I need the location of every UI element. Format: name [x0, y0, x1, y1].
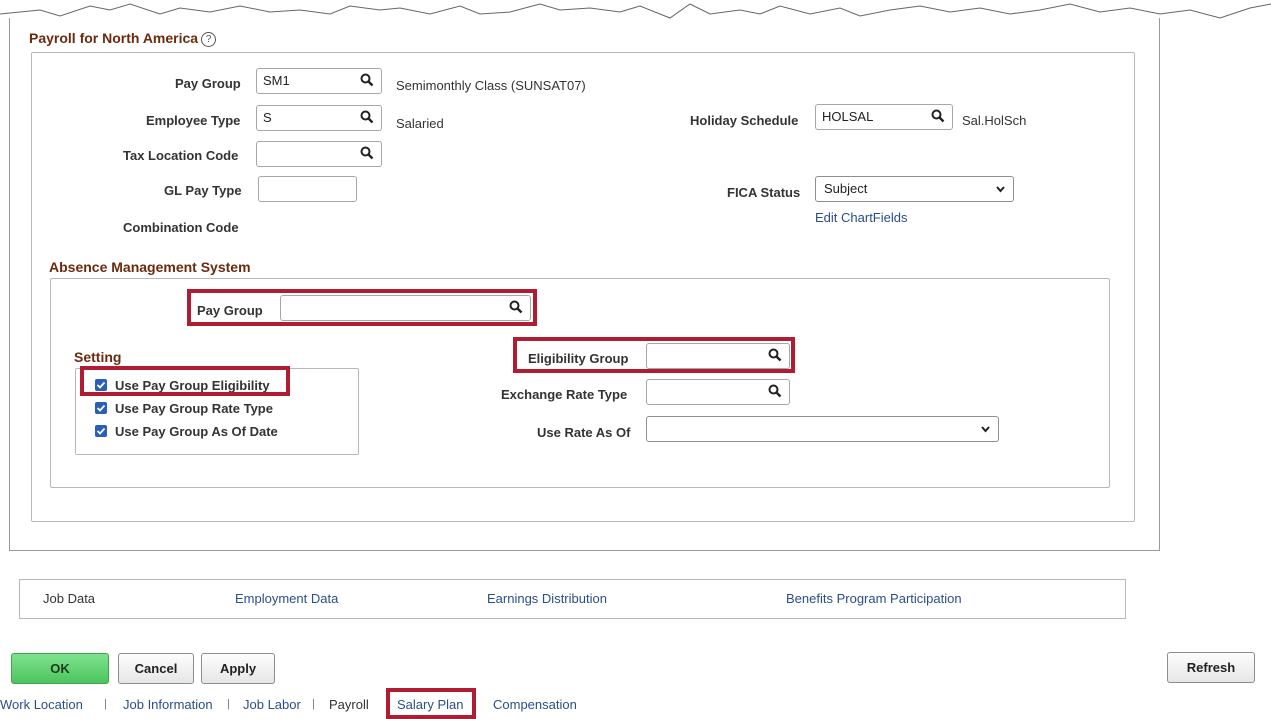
exchange-rate-type-label: Exchange Rate Type [501, 387, 628, 402]
exchange-rate-type-input[interactable] [646, 379, 790, 405]
holiday-schedule-value: HOLSAL [822, 109, 874, 124]
use-rate-as-of-select[interactable] [646, 416, 999, 442]
tab-separator: | [312, 698, 315, 710]
question-circle-icon[interactable]: ? [201, 32, 217, 47]
employee-type-label: Employee Type [146, 113, 241, 128]
nav-benefits-program-link[interactable]: Benefits Program Participation [786, 591, 962, 606]
fica-status-select[interactable]: Subject [815, 176, 1014, 202]
combination-code-label: Combination Code [123, 220, 239, 235]
holiday-schedule-description: Sal.HolSch [962, 113, 1027, 128]
nav-job-data: Job Data [43, 591, 96, 606]
tab-compensation[interactable]: Compensation [493, 697, 577, 712]
check-icon [96, 427, 106, 435]
chevron-down-icon [981, 426, 990, 433]
highlight-salary-plan [386, 688, 476, 719]
chevron-down-icon [996, 186, 1005, 193]
search-icon[interactable] [931, 109, 945, 123]
section-title-text: Payroll for North America [29, 30, 199, 46]
nav-earnings-distribution-link[interactable]: Earnings Distribution [487, 591, 607, 606]
gl-pay-type-input[interactable] [258, 176, 357, 202]
use-pay-group-as-of-date-checkbox[interactable] [95, 425, 107, 437]
tax-location-label: Tax Location Code [123, 148, 239, 163]
pay-group-description: Semimonthly Class (SUNSAT07) [396, 78, 586, 93]
tab-payroll: Payroll [329, 697, 369, 712]
tab-work-location[interactable]: Work Location [0, 697, 83, 712]
cancel-button[interactable]: Cancel [118, 653, 194, 684]
tab-job-information[interactable]: Job Information [123, 697, 213, 712]
absence-title: Absence Management System [49, 259, 251, 275]
tab-separator: | [104, 698, 107, 710]
refresh-button[interactable]: Refresh [1167, 652, 1255, 683]
setting-title: Setting [74, 349, 122, 365]
section-title: Payroll for North America? [29, 30, 217, 47]
use-pay-group-rate-type-checkbox[interactable] [95, 402, 107, 414]
pay-group-input[interactable]: SM1 [256, 68, 382, 94]
search-icon[interactable] [360, 146, 374, 160]
search-icon[interactable] [768, 384, 782, 398]
tax-location-input[interactable] [256, 141, 382, 167]
holiday-schedule-label: Holiday Schedule [690, 113, 799, 128]
check-icon [96, 404, 106, 412]
search-icon[interactable] [360, 73, 374, 87]
search-icon[interactable] [360, 110, 374, 124]
holiday-schedule-input[interactable]: HOLSAL [815, 104, 953, 130]
highlight-eligibility-group [513, 337, 795, 373]
highlight-eligibility-checkbox [80, 366, 290, 396]
tab-separator: | [227, 698, 230, 710]
employee-type-input[interactable]: S [256, 105, 382, 131]
pay-group-value: SM1 [263, 73, 290, 88]
fica-status-label: FICA Status [727, 185, 801, 200]
edit-chartfields-link[interactable]: Edit ChartFields [815, 210, 907, 225]
use-rate-as-of-label: Use Rate As Of [537, 425, 631, 440]
tab-job-labor[interactable]: Job Labor [243, 697, 301, 712]
employee-type-value: S [263, 110, 272, 125]
pay-group-label: Pay Group [175, 76, 241, 91]
apply-button[interactable]: Apply [201, 653, 275, 684]
use-pay-group-as-of-date-label: Use Pay Group As Of Date [115, 424, 278, 439]
highlight-pay-group [187, 289, 537, 326]
nav-employment-data-link[interactable]: Employment Data [235, 591, 338, 606]
employee-type-description: Salaried [396, 116, 444, 131]
use-pay-group-rate-type-label: Use Pay Group Rate Type [115, 401, 273, 416]
gl-pay-type-label: GL Pay Type [164, 183, 242, 198]
ok-button[interactable]: OK [11, 653, 109, 684]
fica-status-value: Subject [824, 181, 868, 196]
